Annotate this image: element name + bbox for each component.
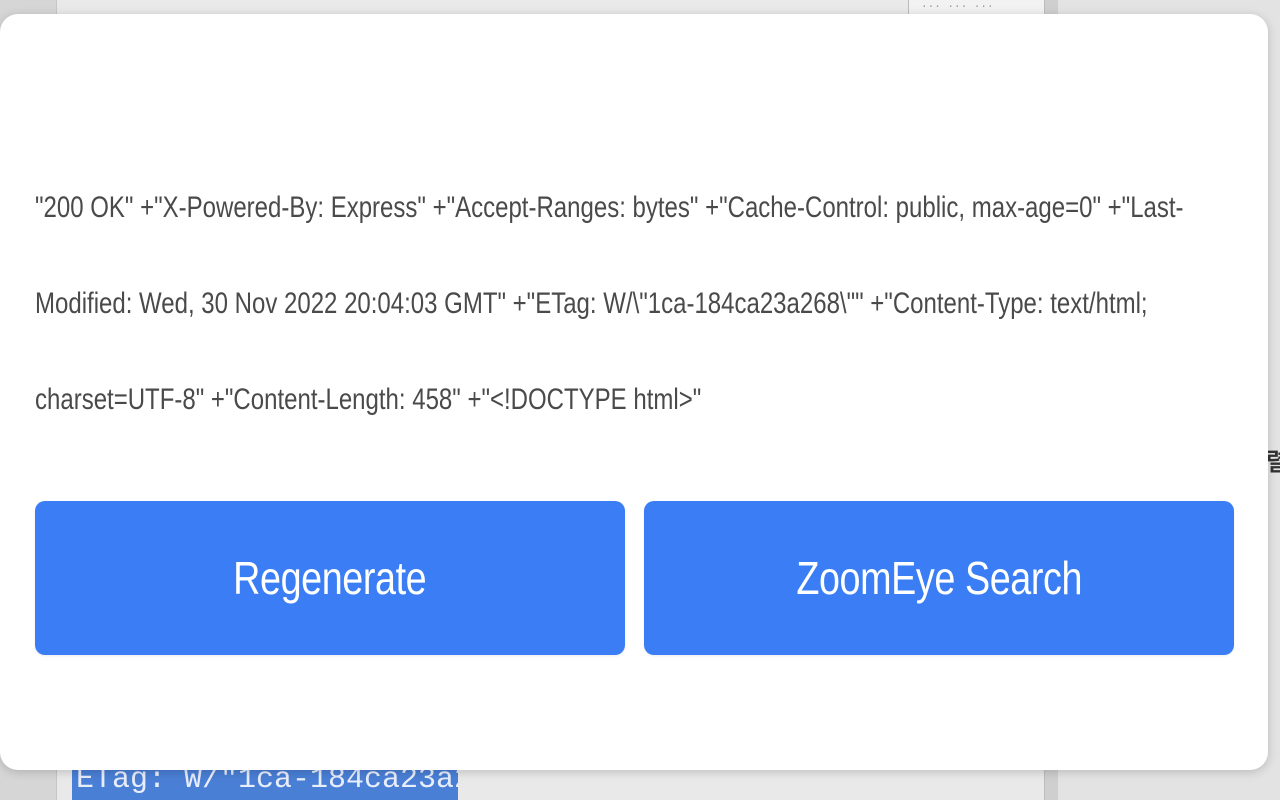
screen: ... ... ... 렬 ETag: W/"1ca-184ca23a268 "… [0, 0, 1280, 800]
response-headers-text: "200 OK" +"X-Powered-By: Express" +"Acce… [35, 191, 1184, 416]
background-right-glyph: 렬 [1266, 448, 1280, 476]
background-top-box: ... ... ... [908, 0, 1048, 14]
zoomeye-popup: "200 OK" +"X-Powered-By: Express" +"Acce… [0, 14, 1268, 770]
regenerate-button[interactable]: Regenerate [35, 501, 625, 655]
zoomeye-search-button-label: ZoomEye Search [796, 552, 1082, 604]
zoomeye-search-button[interactable]: ZoomEye Search [644, 501, 1234, 655]
regenerate-button-label: Regenerate [233, 552, 427, 604]
